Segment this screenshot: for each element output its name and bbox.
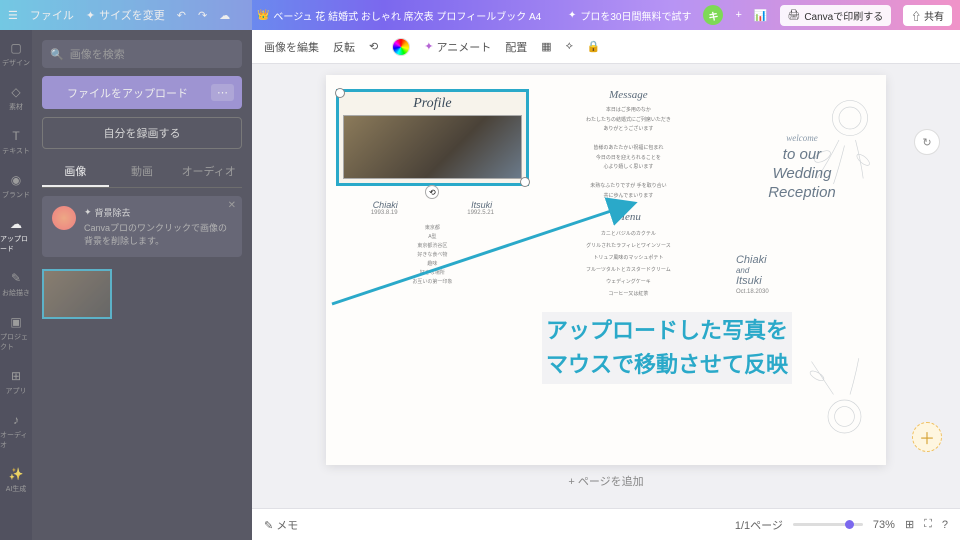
zoom-value[interactable]: 73% [873, 519, 895, 531]
folder-icon: ▣ [8, 314, 24, 330]
redo-button[interactable]: ↷ [198, 9, 207, 22]
couple-names[interactable]: ChiakiandItsuki [726, 254, 878, 287]
template-icon: ▢ [8, 40, 24, 56]
bg-remove-icon [52, 206, 76, 230]
undo-button[interactable]: ↶ [177, 9, 186, 22]
message-title[interactable]: Message [547, 89, 710, 101]
floating-add-button[interactable]: ＋ [912, 422, 942, 452]
upload-icon: ☁ [8, 216, 24, 232]
document-title[interactable]: 👑ベージュ 花 結婚式 おしゃれ 席次表 プロフィールブック A4 [257, 8, 541, 23]
bride-date[interactable]: 1993.8.19 [371, 210, 398, 216]
page-counter[interactable]: 1/1ページ [735, 517, 783, 533]
add-page-button[interactable]: + ページを追加 [560, 465, 651, 497]
upload-more-icon[interactable]: ⋯ [211, 84, 234, 101]
bottom-bar: ✎ メモ 1/1ページ 73% ⊞ ⛶ ? [252, 508, 960, 540]
rail-elements[interactable]: ◇素材 [0, 80, 32, 116]
shapes-icon: ◇ [8, 84, 24, 100]
rail-projects[interactable]: ▣プロジェクト [0, 310, 32, 356]
rail-audio[interactable]: ♪オーディオ [0, 408, 32, 454]
rotate-page-button[interactable]: ↻ [914, 129, 940, 155]
record-button[interactable]: 自分を録画する [42, 117, 242, 149]
side-rail: ▢デザイン ◇素材 Tテキスト ◉ブランド ☁アップロード ✎お絵描き ▣プロジ… [0, 30, 32, 540]
tab-audio[interactable]: オーディオ [175, 157, 242, 187]
uploaded-thumbnails [42, 269, 242, 319]
effects-icon[interactable]: ⟡ [566, 40, 573, 53]
menu-list[interactable]: カニとバジルのカクテルグリルされたラフィレとワインソーストリュフ風味のマッシュポ… [547, 228, 710, 300]
floral-decoration-top [784, 70, 894, 210]
canvas-page[interactable]: Profile ⟲ Chiaki Itsuki 1993.8.19 1992.5.2… [326, 75, 886, 465]
lock-icon[interactable]: 🔒 [587, 40, 601, 53]
position-button[interactable]: 配置 [505, 39, 527, 55]
file-menu[interactable]: ファイル [30, 7, 74, 23]
rail-text[interactable]: Tテキスト [0, 124, 32, 160]
canvas-area: 画像を編集 反転 ⟲ ✦アニメート 配置 ▦ ⟡ 🔒 ↻ Profile ⟲ [252, 30, 960, 540]
profile-dropped-image[interactable] [343, 115, 522, 179]
draw-icon: ✎ [8, 270, 24, 286]
context-toolbar: 画像を編集 反転 ⟲ ✦アニメート 配置 ▦ ⟡ 🔒 [252, 30, 960, 64]
add-user-button[interactable]: + [735, 9, 741, 21]
menu-icon[interactable]: ☰ [8, 9, 18, 22]
sidebar-panel: 🔍画像を検索 ファイルをアップロード⋯ 自分を録画する 画像 動画 オーディオ … [32, 30, 252, 540]
grid-view-icon[interactable]: ⊞ [905, 518, 914, 531]
text-icon: T [8, 128, 24, 144]
wedding-date[interactable]: Oct.18.2030 [726, 289, 878, 295]
analytics-icon[interactable]: 📊 [754, 9, 768, 22]
close-icon[interactable]: ✕ [228, 200, 236, 211]
floral-decoration-bottom [784, 330, 894, 470]
edit-image-button[interactable]: 画像を編集 [264, 39, 319, 55]
uploaded-image-thumb[interactable] [42, 269, 112, 319]
annotation-text: アップロードした写真を マウスで移動させて反映 [542, 312, 792, 384]
flip-icon[interactable]: ⟲ [369, 40, 378, 53]
rail-apps[interactable]: ⊞アプリ [0, 364, 32, 400]
bg-remove-card[interactable]: ✕ ✦背景除去 Canvaプロのワンクリックで画像の背景を削除します。 [42, 196, 242, 257]
transparency-icon[interactable]: ▦ [541, 40, 551, 53]
tab-videos[interactable]: 動画 [109, 157, 176, 187]
profile-title[interactable]: Profile [343, 96, 522, 112]
top-bar: ☰ ファイル ✦サイズを変更 ↶ ↷ ☁ 👑ベージュ 花 結婚式 おしゃれ 席次… [0, 0, 960, 30]
try-pro-button[interactable]: ✦プロを30日間無料で試す [568, 8, 692, 23]
media-tabs: 画像 動画 オーディオ [42, 157, 242, 188]
search-icon: 🔍 [50, 48, 64, 61]
help-icon[interactable]: ? [942, 519, 948, 531]
bride-name[interactable]: Chiaki [373, 200, 398, 210]
color-picker[interactable] [392, 38, 410, 56]
user-avatar[interactable]: キ [703, 5, 723, 25]
rotate-handle[interactable]: ⟲ [425, 185, 439, 199]
fullscreen-icon[interactable]: ⛶ [924, 518, 932, 531]
rail-upload[interactable]: ☁アップロード [0, 212, 32, 258]
rail-draw[interactable]: ✎お絵描き [0, 266, 32, 302]
flip-button[interactable]: 反転 [333, 39, 355, 55]
print-button[interactable]: 🖨Canvaで印刷する [780, 5, 892, 26]
music-icon: ♪ [8, 412, 24, 428]
share-button[interactable]: ⇧ 共有 [903, 5, 952, 26]
apps-icon: ⊞ [8, 368, 24, 384]
groom-name[interactable]: Itsuki [471, 200, 492, 210]
menu-title[interactable]: Menu [547, 211, 710, 223]
groom-date[interactable]: 1992.5.21 [467, 210, 494, 216]
message-body[interactable]: 本日はご多用のなかわたしたちの結婚式にご列席いただきありがとうございます 皆様の… [547, 106, 710, 201]
rail-design[interactable]: ▢デザイン [0, 36, 32, 72]
profile-details[interactable]: 東京都A型東京都渋谷区好きな食べ物趣味好きな場所お互いの第一印象 [336, 224, 529, 287]
rail-ai[interactable]: ✨AI生成 [0, 462, 32, 498]
upload-button[interactable]: ファイルをアップロード⋯ [42, 76, 242, 109]
cloud-sync-icon[interactable]: ☁ [219, 9, 230, 22]
workspace[interactable]: ↻ Profile ⟲ Chiaki Itsuki 1993.8.19 1992.5… [252, 64, 960, 508]
zoom-slider[interactable] [793, 523, 863, 526]
profile-card-selected[interactable]: Profile ⟲ [336, 89, 529, 186]
rail-brand[interactable]: ◉ブランド [0, 168, 32, 204]
magic-icon: ✨ [8, 466, 24, 482]
notes-button[interactable]: ✎ メモ [264, 517, 298, 533]
animate-button[interactable]: ✦アニメート [424, 39, 491, 55]
search-input[interactable]: 🔍画像を検索 [42, 40, 242, 68]
resize-menu[interactable]: ✦サイズを変更 [86, 7, 165, 23]
tab-images[interactable]: 画像 [42, 157, 109, 187]
brand-icon: ◉ [8, 172, 24, 188]
